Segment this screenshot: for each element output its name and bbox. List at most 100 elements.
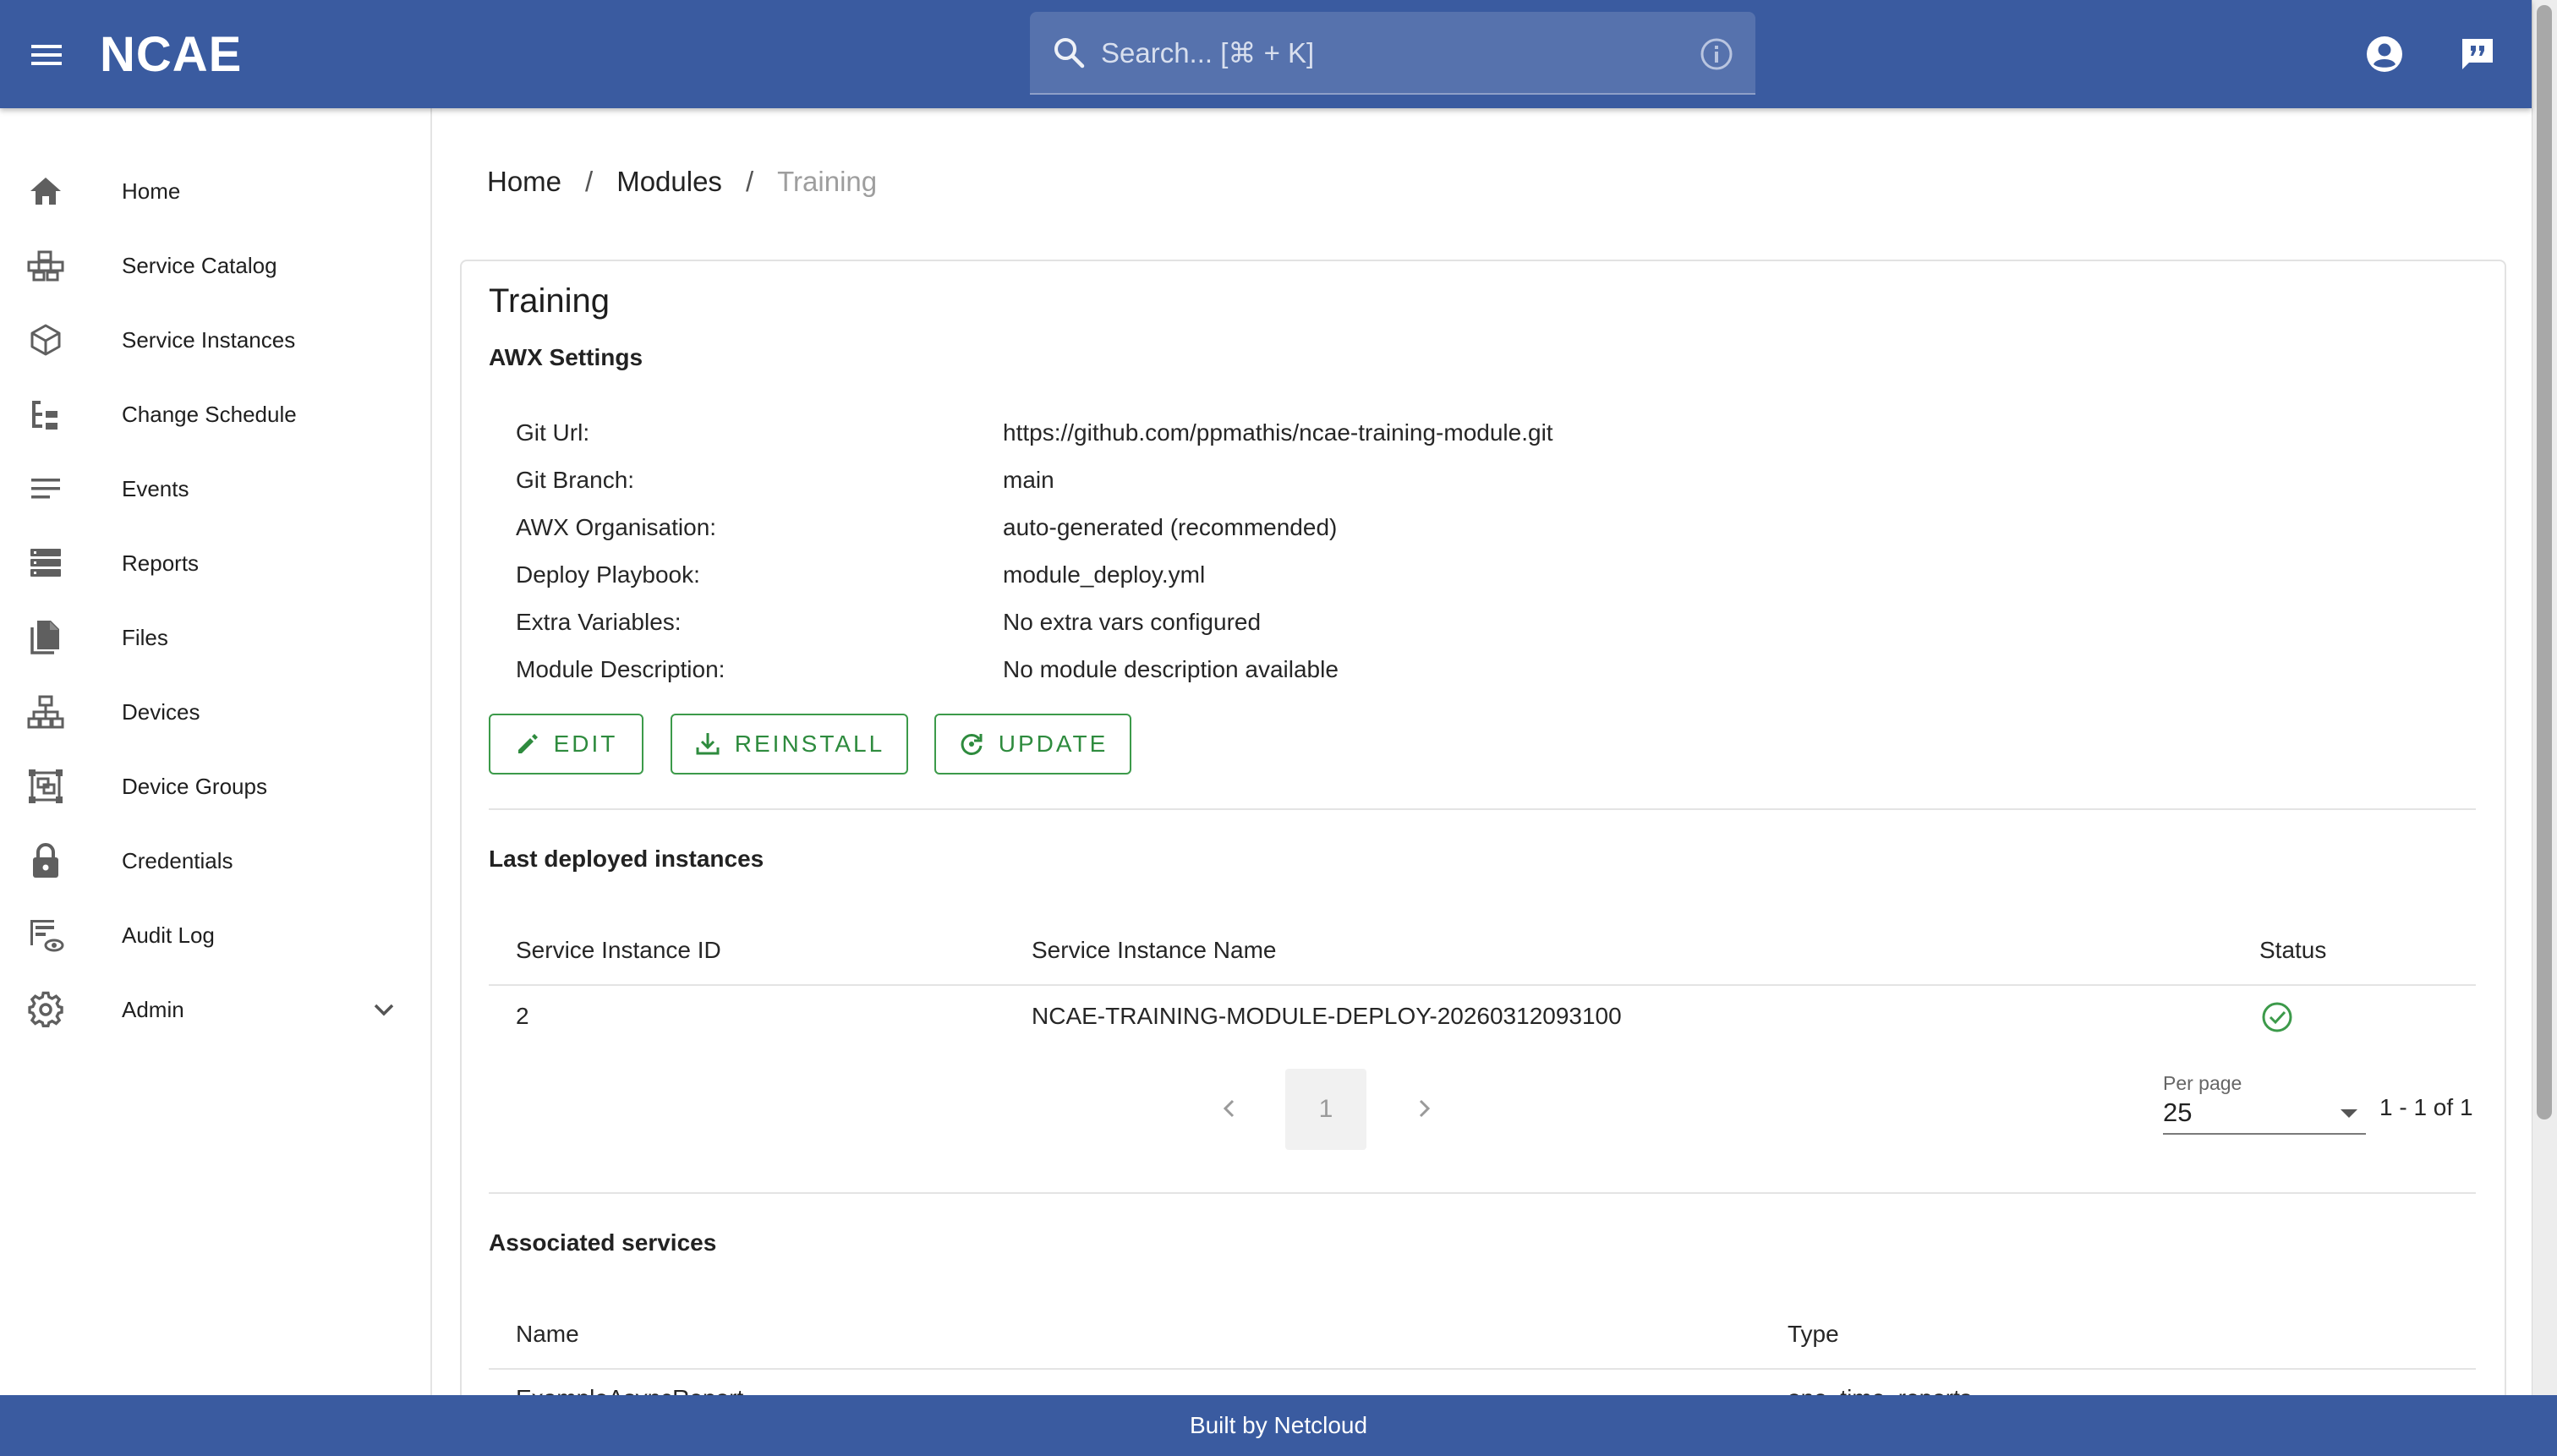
files-icon [27, 619, 64, 656]
associated-services-heading: Associated services [489, 1229, 717, 1256]
git-url-label: Git Url: [516, 419, 590, 446]
previous-page-button[interactable] [1204, 1079, 1255, 1138]
column-header-status[interactable]: Status [2259, 937, 2326, 964]
instance-name-cell[interactable]: NCAE-TRAINING-MODULE-DEPLOY-202603120931… [1032, 1003, 1622, 1030]
edit-button[interactable]: EDIT [489, 714, 643, 775]
awx-settings-heading: AWX Settings [489, 344, 643, 370]
sidebar-item-audit-log[interactable]: Audit Log [0, 898, 431, 972]
search-input[interactable] [1101, 12, 1676, 95]
gear-icon [27, 991, 64, 1028]
breadcrumb: Home / Modules / Training [487, 166, 877, 198]
awx-organisation-label: AWX Organisation: [516, 514, 717, 540]
column-header-instance-name[interactable]: Service Instance Name [1032, 937, 1276, 964]
git-url-value: https://github.com/ppmathis/ncae-trainin… [1003, 419, 1553, 446]
dropdown-arrow-icon [2341, 1109, 2357, 1118]
deploy-playbook-label: Deploy Playbook: [516, 561, 700, 588]
device-groups-icon [27, 768, 64, 805]
per-page-value: 25 [2163, 1097, 2193, 1127]
column-header-type[interactable]: Type [1788, 1321, 1839, 1348]
chevron-left-icon [1223, 1099, 1235, 1118]
sidebar-item-label: Device Groups [122, 774, 267, 799]
footer: Built by Netcloud [0, 1395, 2557, 1456]
catalog-icon [27, 247, 64, 284]
current-page-button[interactable]: 1 [1285, 1069, 1366, 1150]
update-button[interactable]: UPDATE [934, 714, 1131, 775]
scrollbar-thumb[interactable] [2537, 5, 2552, 1119]
chevron-right-icon [1419, 1099, 1431, 1118]
edit-button-label: EDIT [553, 731, 618, 757]
sidebar-item-files[interactable]: Files [0, 600, 431, 675]
sidebar-item-device-groups[interactable]: Device Groups [0, 749, 431, 824]
menu-button[interactable] [22, 30, 71, 79]
pagination-range: 1 - 1 of 1 [2379, 1094, 2473, 1120]
sidebar-item-label: Files [122, 625, 168, 650]
feedback-button[interactable] [2452, 29, 2503, 79]
sidebar-item-reports[interactable]: Reports [0, 526, 431, 600]
menu-icon [31, 45, 62, 65]
sidebar-item-change-schedule[interactable]: Change Schedule [0, 377, 431, 452]
last-deployed-heading: Last deployed instances [489, 846, 764, 872]
reports-icon [27, 545, 64, 582]
column-header-instance-id[interactable]: Service Instance ID [516, 937, 721, 964]
next-page-button[interactable] [1399, 1079, 1449, 1138]
section-divider [489, 808, 2476, 810]
sidebar-item-credentials[interactable]: Credentials [0, 824, 431, 898]
sidebar: Home Service Catalog Service Instances C… [0, 108, 432, 1395]
table-header-divider [489, 1368, 2476, 1370]
sidebar-item-events[interactable]: Events [0, 452, 431, 526]
instance-id-cell: 2 [516, 1003, 529, 1029]
logo-text: NCAE [100, 29, 242, 79]
account-circle-icon [2367, 36, 2402, 72]
git-branch-label: Git Branch: [516, 467, 635, 493]
home-icon [27, 172, 64, 210]
refresh-icon [961, 733, 983, 755]
table-header-divider [489, 984, 2476, 986]
update-button-label: UPDATE [998, 731, 1109, 757]
sidebar-item-label: Credentials [122, 848, 233, 873]
schedule-icon [27, 396, 64, 433]
per-page-select[interactable]: 25 [2163, 1097, 2366, 1135]
cube-icon [27, 321, 64, 359]
reinstall-button-label: REINSTALL [734, 731, 885, 757]
deploy-playbook-value: module_deploy.yml [1003, 561, 1206, 588]
lines-icon [27, 470, 64, 507]
sidebar-item-home[interactable]: Home [0, 154, 431, 228]
extra-variables-value: No extra vars configured [1003, 609, 1262, 635]
breadcrumb-separator: / [585, 166, 594, 197]
sidebar-item-label: Devices [122, 699, 200, 725]
check-circle-icon [2262, 1002, 2292, 1032]
git-branch-value: main [1003, 467, 1054, 493]
awx-organisation-value: auto-generated (recommended) [1003, 514, 1338, 540]
account-button[interactable] [2359, 29, 2410, 79]
breadcrumb-current: Training [777, 166, 878, 197]
sidebar-item-label: Service Instances [122, 327, 296, 353]
info-icon[interactable] [1700, 37, 1733, 71]
chevron-down-icon [374, 1004, 394, 1016]
sidebar-item-label: Home [122, 178, 181, 204]
section-divider [489, 1192, 2476, 1194]
sidebar-item-service-catalog[interactable]: Service Catalog [0, 228, 431, 303]
column-header-name[interactable]: Name [516, 1321, 579, 1348]
per-page-label: Per page [2163, 1072, 2242, 1094]
breadcrumb-modules[interactable]: Modules [616, 166, 722, 198]
pencil-icon [517, 734, 538, 753]
sidebar-item-admin[interactable]: Admin [0, 972, 431, 1047]
breadcrumb-home[interactable]: Home [487, 166, 561, 198]
sidebar-item-label: Events [122, 476, 189, 501]
lock-icon [27, 842, 64, 879]
reinstall-button[interactable]: REINSTALL [671, 714, 908, 775]
module-description-label: Module Description: [516, 656, 725, 682]
extra-variables-label: Extra Variables: [516, 609, 682, 635]
devices-icon [27, 693, 64, 731]
sidebar-item-label: Change Schedule [122, 402, 297, 427]
search-icon [1054, 38, 1085, 68]
sidebar-item-label: Service Catalog [122, 253, 277, 278]
app-bar: NCAE [0, 0, 2532, 108]
sidebar-item-service-instances[interactable]: Service Instances [0, 303, 431, 377]
search-bar[interactable] [1030, 12, 1755, 95]
sidebar-item-label: Audit Log [122, 922, 215, 948]
ncae-logo[interactable]: NCAE [100, 27, 274, 84]
page-title: Training [489, 282, 611, 320]
sidebar-item-devices[interactable]: Devices [0, 675, 431, 749]
sidebar-item-label: Reports [122, 550, 200, 576]
